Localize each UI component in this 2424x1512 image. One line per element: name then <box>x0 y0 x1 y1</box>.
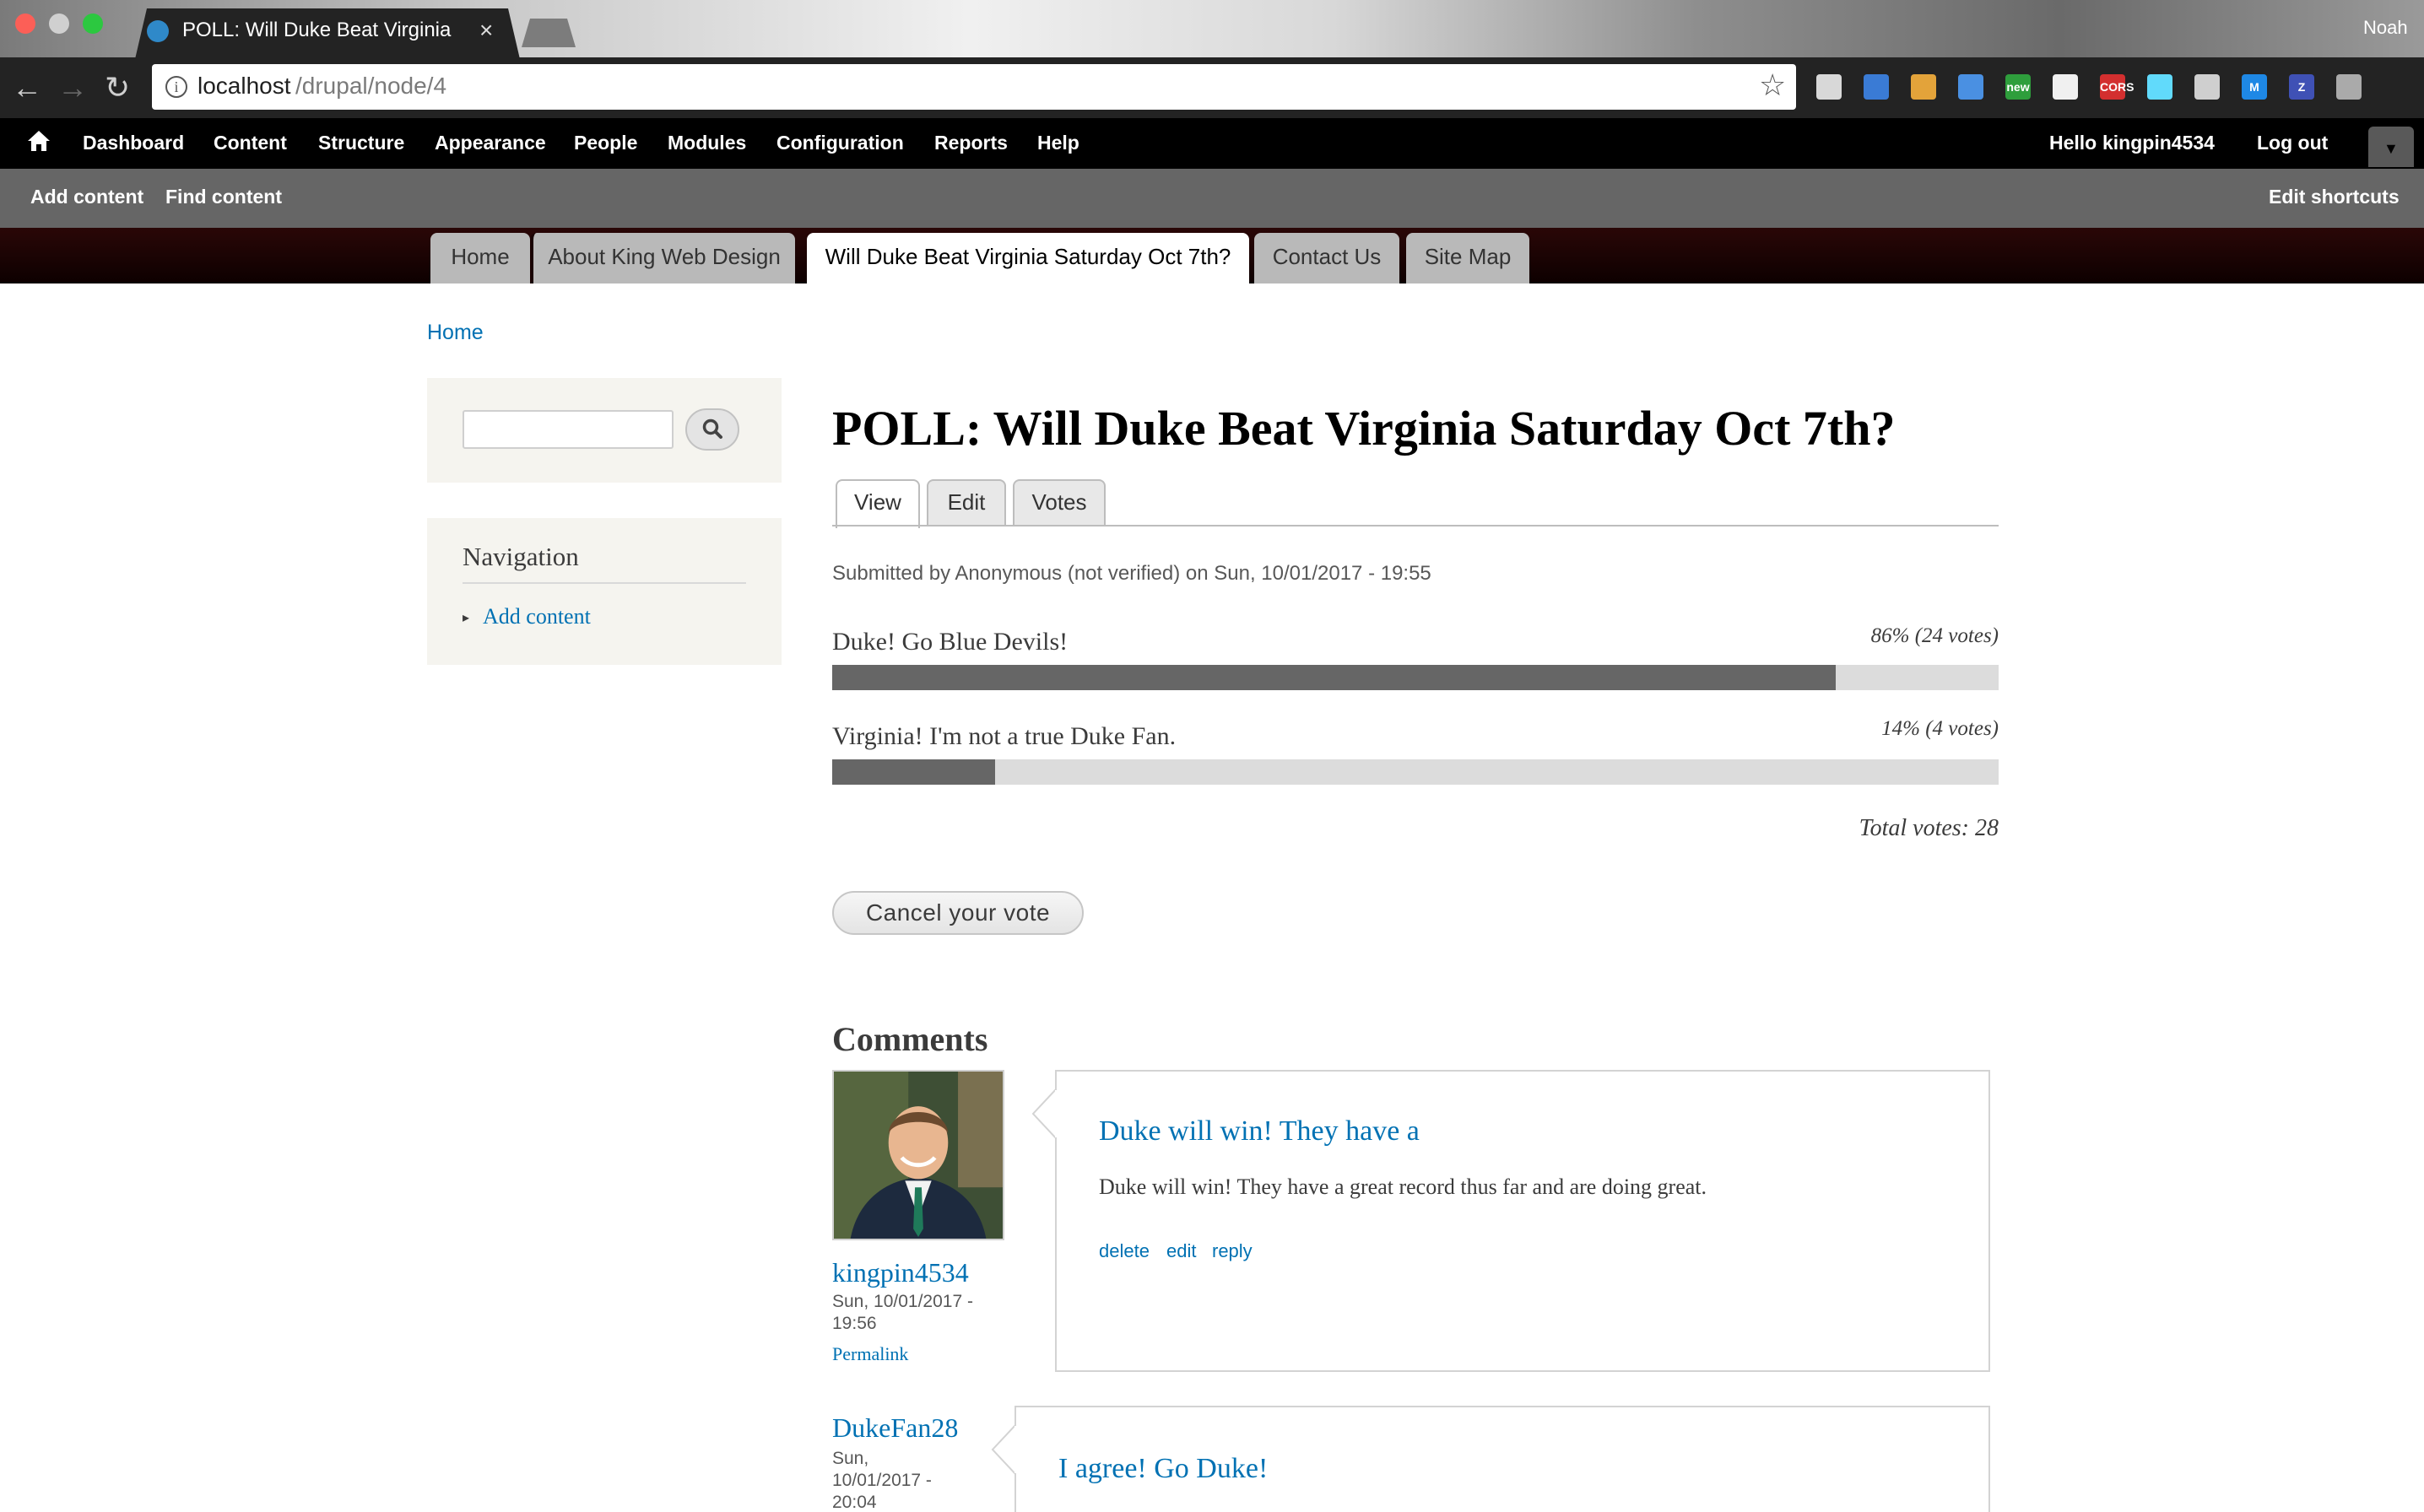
comment-date-line: Sun, <box>832 1449 869 1468</box>
tab-view[interactable]: View <box>836 479 920 528</box>
primary-tab-about[interactable]: About King Web Design <box>530 233 795 284</box>
comment-author[interactable]: kingpin4534 <box>832 1257 969 1288</box>
search-icon <box>702 418 722 439</box>
poll-bar-fill <box>832 665 1836 690</box>
tab-edit[interactable]: Edit <box>927 479 1006 526</box>
chevron-down-icon: ▼ <box>2383 140 2399 157</box>
username-link[interactable]: kingpin4534 <box>2102 132 2215 154</box>
circle-icon[interactable] <box>2053 74 2078 100</box>
admin-menu-help[interactable]: Help <box>1037 132 1079 154</box>
greeting-text: Hello <box>2049 132 2097 154</box>
navigation-block <box>427 518 782 665</box>
triangle-right-icon: ▸ <box>463 611 470 625</box>
menu-icon[interactable] <box>2336 74 2362 100</box>
comment-date-line: 10/01/2017 - <box>832 1471 932 1490</box>
back-icon[interactable]: ← <box>12 71 42 105</box>
admin-menu-appearance[interactable]: Appearance <box>435 132 546 154</box>
poll-bar-track <box>832 759 1999 785</box>
reload-icon[interactable]: ↻ <box>105 71 130 105</box>
url-host: localhost <box>197 73 291 99</box>
admin-menu-content[interactable]: Content <box>214 132 287 154</box>
comment-pointer-mask <box>1055 1090 1058 1137</box>
edit-shortcuts-link[interactable]: Edit shortcuts <box>2269 186 2400 208</box>
search-input[interactable] <box>463 410 674 449</box>
comment-subject[interactable]: I agree! Go Duke! <box>1058 1453 1268 1485</box>
profile-name[interactable]: Noah <box>2363 17 2408 39</box>
cors-icon[interactable]: CORS <box>2100 74 2134 100</box>
primary-tab-home[interactable]: Home <box>430 233 530 284</box>
drupal-favicon-icon <box>147 20 169 42</box>
shortcut-add-content[interactable]: Add content <box>30 186 143 208</box>
nav-item-add-content[interactable]: Add content <box>483 604 591 629</box>
m-icon[interactable]: M <box>2242 74 2267 100</box>
shortcut-find-content[interactable]: Find content <box>165 186 282 208</box>
breadcrumb-home[interactable]: Home <box>427 321 484 345</box>
bookmark-star-icon[interactable]: ☆ <box>1759 68 1786 103</box>
browser-tab-title: POLL: Will Duke Beat Virginia <box>182 19 452 41</box>
extension-icon[interactable] <box>1816 74 1842 100</box>
logout-link[interactable]: Log out <box>2257 132 2328 154</box>
avatar[interactable] <box>832 1070 1004 1240</box>
primary-tab-contact[interactable]: Contact Us <box>1254 233 1399 284</box>
admin-menu-configuration[interactable]: Configuration <box>776 132 904 154</box>
primary-tab-poll[interactable]: Will Duke Beat Virginia Saturday Oct 7th… <box>807 233 1249 284</box>
link-icon[interactable] <box>1958 74 1983 100</box>
tab-votes[interactable]: Votes <box>1013 479 1106 526</box>
poll-bar-fill <box>832 759 996 785</box>
admin-menu-people[interactable]: People <box>574 132 637 154</box>
minimize-window-button[interactable] <box>49 14 69 34</box>
new-tab-button[interactable] <box>522 19 576 47</box>
comment-pointer <box>1031 1088 1057 1139</box>
comment-reply-link[interactable]: reply <box>1212 1240 1253 1262</box>
url-path: /drupal/node/4 <box>295 73 447 99</box>
poll-choice-percent: 14% (4 votes) <box>1881 717 1999 740</box>
admin-menu-structure[interactable]: Structure <box>318 132 404 154</box>
comments-heading: Comments <box>832 1020 988 1058</box>
poll-choice-label: Duke! Go Blue Devils! <box>832 628 1069 656</box>
new-badge-icon[interactable]: new <box>2005 74 2031 100</box>
pen-icon[interactable] <box>1864 74 1889 100</box>
navigation-title: Navigation <box>463 542 579 571</box>
comment-permalink[interactable]: Permalink <box>832 1343 908 1365</box>
primary-tab-sitemap[interactable]: Site Map <box>1406 233 1529 284</box>
comment-pointer <box>991 1424 1016 1475</box>
total-votes: Total votes: 28 <box>1859 815 1999 841</box>
react-icon[interactable] <box>2147 74 2172 100</box>
home-icon[interactable] <box>27 130 51 152</box>
comment-date-line: 20:04 <box>832 1493 877 1512</box>
comment-date: Sun, 10/01/2017 - 19:56 <box>832 1291 973 1335</box>
cancel-vote-button[interactable]: Cancel your vote <box>832 891 1084 935</box>
user-photo-icon <box>834 1072 1003 1239</box>
poll-choice-percent: 86% (24 votes) <box>1870 624 1999 647</box>
comment-body: Duke will win! They have a great record … <box>1099 1174 1707 1199</box>
comment-subject[interactable]: Duke will win! They have a <box>1099 1115 1420 1148</box>
comment-author[interactable]: DukeFan28 <box>832 1412 958 1444</box>
shortcuts-bar <box>0 169 2424 228</box>
close-window-button[interactable] <box>15 14 35 34</box>
info-icon[interactable]: i <box>165 76 187 98</box>
submitted-meta: Submitted by Anonymous (not verified) on… <box>832 562 1431 585</box>
comment-date-line: Sun, 10/01/2017 - <box>832 1292 973 1311</box>
forward-icon[interactable]: → <box>57 71 88 105</box>
admin-menu-reports[interactable]: Reports <box>934 132 1008 154</box>
poll-bar-track <box>832 665 1999 690</box>
comment-edit-link[interactable]: edit <box>1166 1240 1196 1262</box>
poll-choice-label: Virginia! I'm not a true Duke Fan. <box>832 722 1177 750</box>
settings-icon[interactable] <box>2194 74 2220 100</box>
admin-menu-modules[interactable]: Modules <box>668 132 746 154</box>
admin-menu-dashboard[interactable]: Dashboard <box>83 132 184 154</box>
hammer-icon[interactable] <box>1911 74 1936 100</box>
tabs-divider <box>832 525 1999 526</box>
page-title: POLL: Will Duke Beat Virginia Saturday O… <box>832 401 1896 456</box>
comment-delete-link[interactable]: delete <box>1099 1240 1150 1262</box>
comment-pointer-mask <box>1015 1426 1018 1473</box>
comment-date: Sun, 10/01/2017 - 20:04 <box>832 1448 932 1512</box>
z-icon[interactable]: Z <box>2289 74 2314 100</box>
navigation-divider <box>463 582 746 584</box>
maximize-window-button[interactable] <box>83 14 103 34</box>
tab-close-icon[interactable]: × <box>479 17 493 44</box>
comment-date-line: 19:56 <box>832 1314 877 1333</box>
